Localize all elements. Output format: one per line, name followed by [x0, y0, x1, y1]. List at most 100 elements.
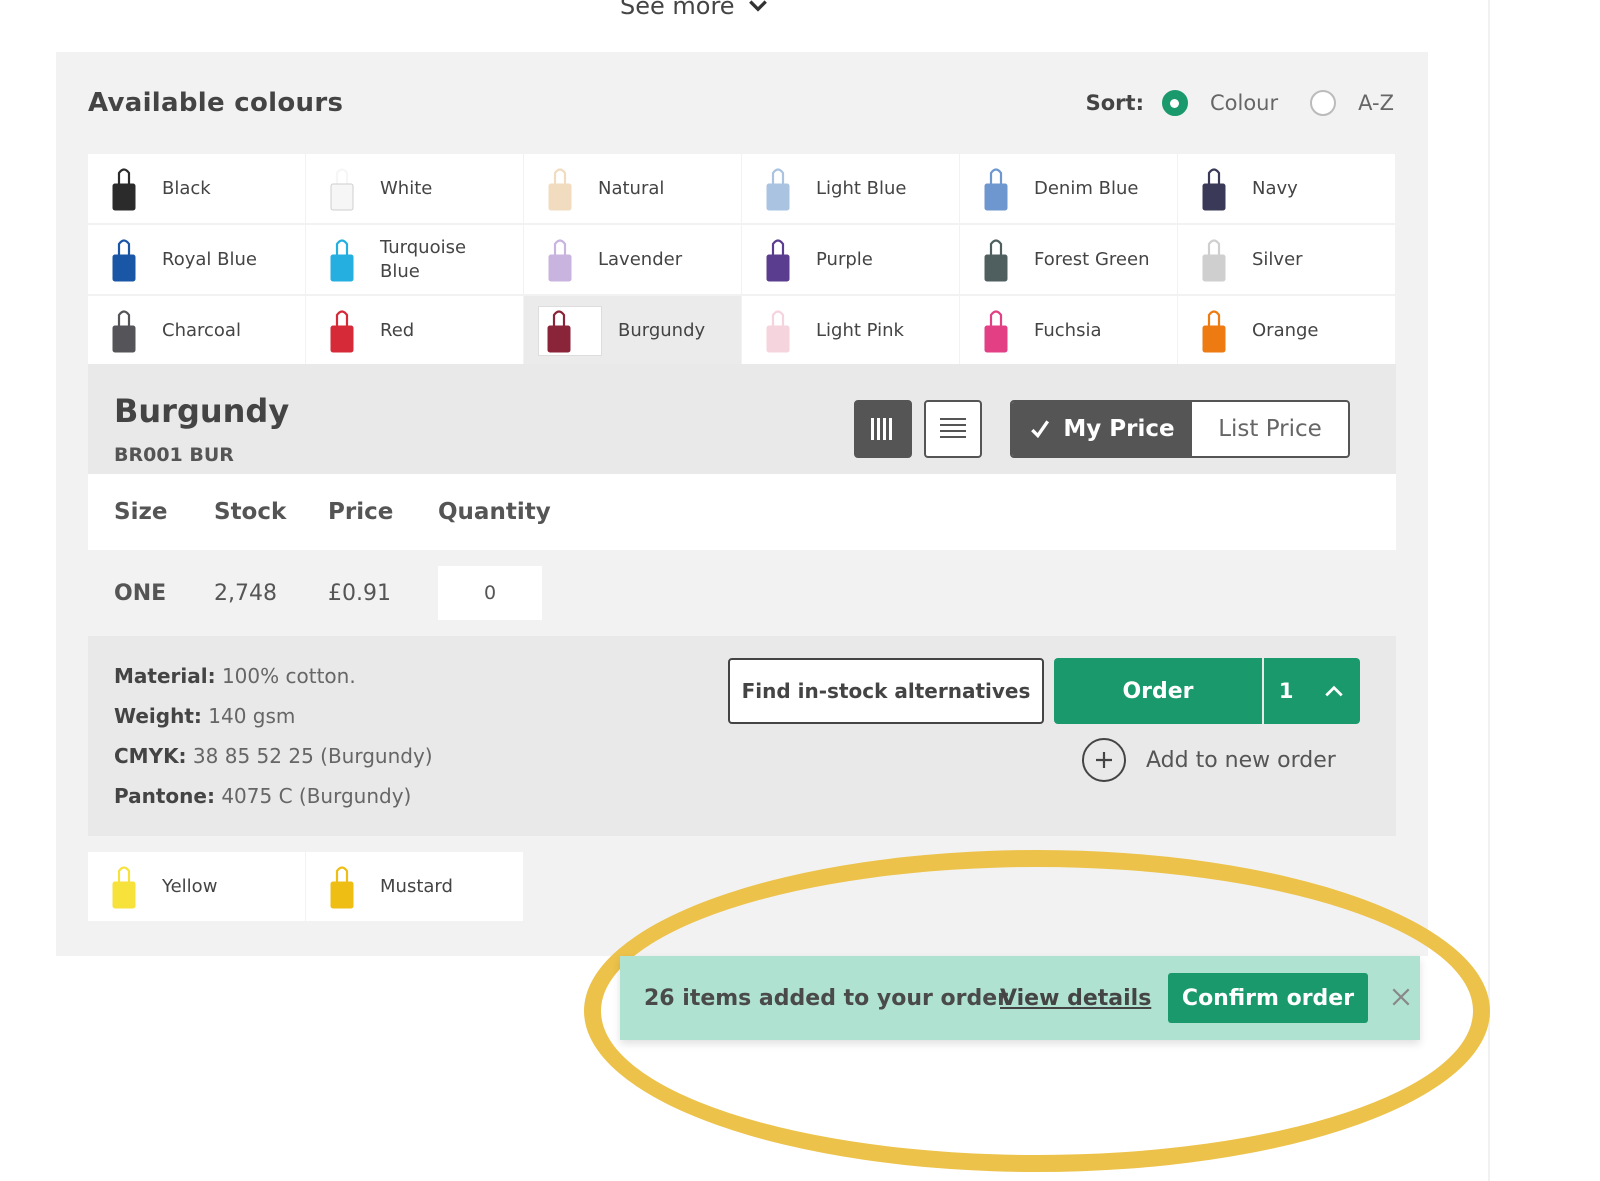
my-price-label: My Price — [1063, 416, 1175, 442]
detail-header: Burgundy BR001 BUR My Price List Price — [88, 364, 1396, 474]
sort-az-radio[interactable] — [1310, 90, 1337, 116]
colour-swatch[interactable]: Light Blue — [742, 154, 959, 223]
colour-swatch[interactable]: Purple — [742, 225, 959, 294]
swatch-label: Silver — [1252, 248, 1303, 270]
list-price-option[interactable]: List Price — [1192, 402, 1348, 456]
swatch-label: Navy — [1252, 177, 1298, 199]
spec-value: 100% cotton. — [221, 664, 356, 688]
swatch-label: Mustard — [380, 875, 453, 897]
order-count: 1 — [1278, 679, 1294, 703]
swatch-label: Royal Blue — [162, 248, 257, 270]
swatch-icon-wrap — [326, 167, 380, 211]
swatch-label: White — [380, 177, 433, 199]
colour-swatch[interactable]: Black — [88, 154, 305, 223]
spec-value: 4075 C (Burgundy) — [221, 784, 412, 808]
colour-detail: Burgundy BR001 BUR My Price List Price S… — [88, 364, 1396, 848]
colour-swatch[interactable]: Yellow — [88, 852, 305, 921]
my-price-option[interactable]: My Price — [1012, 402, 1192, 456]
checkmark-icon — [1031, 420, 1050, 439]
colour-swatch[interactable]: Fuchsia — [960, 296, 1177, 365]
swatch-icon-wrap — [980, 309, 1034, 353]
tote-bag-icon — [112, 865, 136, 908]
colour-swatch[interactable]: Red — [306, 296, 523, 365]
sort-colour-label[interactable]: Colour — [1210, 91, 1278, 115]
colour-swatch[interactable]: Burgundy — [524, 296, 741, 365]
swatch-label: Purple — [816, 248, 873, 270]
colour-swatch[interactable]: Mustard — [306, 852, 523, 921]
product-info: Material: 100% cotton. Weight: 140 gsm C… — [88, 636, 1396, 836]
grid-view-button[interactable] — [854, 400, 912, 458]
price-toggle: My Price List Price — [1010, 400, 1350, 458]
tote-bag-icon — [984, 167, 1008, 210]
colour-swatch[interactable]: Navy — [1178, 154, 1395, 223]
tote-bag-icon — [984, 238, 1008, 281]
swatch-label: Light Pink — [816, 319, 904, 341]
header-price: Price — [328, 499, 394, 525]
quantity-input[interactable] — [438, 566, 542, 620]
view-details-link[interactable]: View details — [1000, 986, 1151, 1011]
tote-bag-icon — [1202, 238, 1226, 281]
colour-swatch[interactable]: Denim Blue — [960, 154, 1177, 223]
tote-bag-icon — [1202, 309, 1226, 352]
tote-bag-icon — [984, 309, 1008, 352]
sort-colour-radio[interactable] — [1161, 90, 1188, 116]
product-code: BR001 BUR — [114, 444, 234, 466]
sort-control: Sort: Colour A-Z — [1086, 90, 1394, 116]
tote-bag-icon — [330, 167, 354, 210]
spec-cmyk: CMYK: 38 85 52 25 (Burgundy) — [114, 744, 433, 768]
swatch-label: Yellow — [162, 875, 218, 897]
swatch-label: Natural — [598, 177, 665, 199]
swatch-label: Burgundy — [618, 319, 706, 341]
swatch-icon-wrap — [1198, 238, 1252, 282]
add-to-new-order[interactable]: Add to new order — [1082, 738, 1336, 782]
row-size: ONE — [114, 580, 167, 606]
swatch-icon-wrap — [762, 309, 816, 353]
swatch-icon-wrap — [326, 309, 380, 353]
row-stock: 2,748 — [214, 580, 277, 606]
swatch-label: Charcoal — [162, 319, 241, 341]
swatch-icon-wrap — [762, 238, 816, 282]
swatch-label: Turquoise Blue — [380, 236, 467, 282]
panel-title: Available colours — [88, 88, 344, 118]
swatch-icon-wrap — [538, 305, 602, 356]
find-alternatives-button[interactable]: Find in-stock alternatives — [728, 658, 1044, 724]
order-toast: 26 items added to your order. View detai… — [620, 956, 1420, 1040]
colour-swatch[interactable]: Charcoal — [88, 296, 305, 365]
available-colours-panel: Available colours Sort: Colour A-Z Black… — [56, 52, 1428, 956]
order-button[interactable]: Order — [1054, 658, 1262, 724]
toast-message: 26 items added to your order. — [644, 985, 1014, 1011]
swatch-label: Forest Green — [1034, 248, 1150, 270]
close-icon[interactable] — [1390, 986, 1412, 1008]
confirm-order-button[interactable]: Confirm order — [1168, 973, 1368, 1023]
swatch-label: Black — [162, 177, 211, 199]
swatch-icon-wrap — [108, 167, 162, 211]
colour-swatch[interactable]: Natural — [524, 154, 741, 223]
colour-swatch[interactable]: White — [306, 154, 523, 223]
sort-az-label[interactable]: A-Z — [1358, 91, 1394, 115]
order-selector[interactable]: 1 — [1264, 658, 1360, 724]
chevron-down-icon — [748, 0, 767, 12]
header-quantity: Quantity — [438, 499, 551, 525]
spec-label: Weight: — [114, 704, 202, 728]
colour-swatch[interactable]: Light Pink — [742, 296, 959, 365]
colour-swatch[interactable]: Forest Green — [960, 225, 1177, 294]
spec-pantone: Pantone: 4075 C (Burgundy) — [114, 784, 411, 808]
tote-bag-icon — [330, 238, 354, 281]
add-new-order-label: Add to new order — [1146, 747, 1336, 773]
list-view-button[interactable] — [924, 400, 982, 458]
header-size: Size — [114, 499, 168, 525]
colour-swatch[interactable]: Silver — [1178, 225, 1395, 294]
colour-swatch[interactable]: Royal Blue — [88, 225, 305, 294]
swatch-icon-wrap — [1198, 167, 1252, 211]
colour-swatch[interactable]: Orange — [1178, 296, 1395, 365]
tote-bag-icon — [112, 309, 136, 352]
spec-label: CMYK: — [114, 744, 187, 768]
colour-swatch[interactable]: Lavender — [524, 225, 741, 294]
colour-swatch[interactable]: Turquoise Blue — [306, 225, 523, 294]
swatch-icon-wrap — [326, 865, 380, 909]
tote-bag-icon — [766, 238, 790, 281]
list-price-label: List Price — [1218, 416, 1322, 442]
tote-bag-icon — [112, 238, 136, 281]
swatch-icon-wrap — [544, 167, 598, 211]
see-more-link[interactable]: See more — [620, 0, 830, 26]
